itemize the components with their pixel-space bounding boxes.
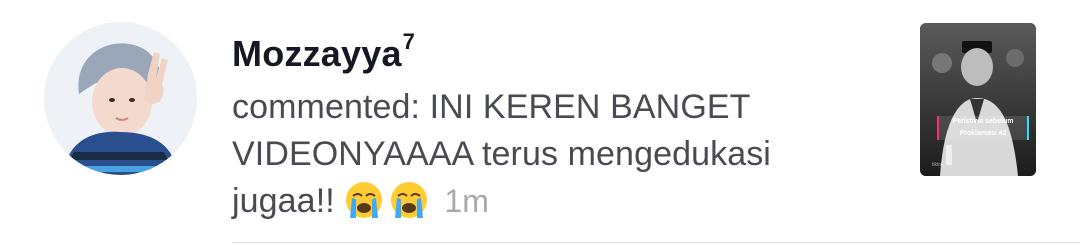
comment-notification[interactable]: Mozzayya7 commented: INI KEREN BANGET VI… [0,0,1080,245]
comment-prefix: commented: [232,88,430,126]
svg-text:tiktok: tiktok [932,162,944,168]
loudly-crying-face-icon [344,180,384,220]
username[interactable]: Mozzayya7 [232,24,872,76]
username-text: Mozzayya [232,33,402,74]
divider [232,242,1080,243]
username-superscript: 7 [402,29,416,54]
comment-text: commented: INI KEREN BANGET VIDEONYAAAA … [232,84,872,225]
avatar[interactable] [44,22,197,175]
thumbnail-image: tiktok [920,23,1036,176]
avatar-image [44,22,197,175]
thumbnail-caption: Peristiwa sebelum Proklamasi #2 [937,116,1029,140]
timestamp: 1m [444,183,489,219]
video-thumbnail[interactable]: tiktok Peristiwa sebelum Proklamasi #2 [920,23,1036,176]
thumbnail-caption-line2: Proklamasi #2 [959,130,1007,137]
loudly-crying-face-icon [389,180,429,220]
notification-content: Mozzayya7 commented: INI KEREN BANGET VI… [232,24,872,225]
thumbnail-caption-line1: Peristiwa sebelum [952,118,1014,125]
